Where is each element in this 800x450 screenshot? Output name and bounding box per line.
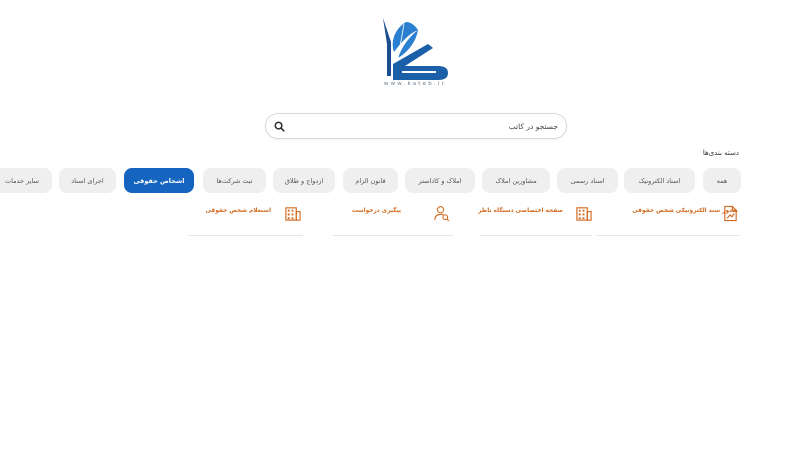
logo-url-text: www.kateb.ir	[383, 81, 447, 87]
chip-obligation-law[interactable]: قانون الزام	[343, 168, 398, 193]
service-item[interactable]: صفحه اختصاصی دستگاه ناظر	[478, 202, 592, 236]
chip-official-docs[interactable]: اسناد رسمی	[557, 168, 618, 193]
service-item[interactable]: استعلام شخص حقوقی	[188, 202, 303, 236]
search-input[interactable]	[294, 114, 558, 138]
categories-title: دسته بندی‌ها	[702, 149, 739, 157]
chip-real-estate-consultants[interactable]: مشاورین املاک	[482, 168, 550, 193]
service-item[interactable]: صدور سند الکترونیکی شخص حقوقی	[596, 202, 740, 236]
service-item[interactable]: پیگیری درخواست	[333, 202, 453, 236]
chip-property-cadastre[interactable]: املاک و کاداستر	[405, 168, 475, 193]
search-bar[interactable]	[265, 113, 567, 139]
search-icon[interactable]	[274, 121, 285, 132]
building-icon	[576, 207, 592, 221]
chip-legal-entities[interactable]: اشخاص حقوقی	[124, 168, 194, 193]
chip-electronic-docs[interactable]: اسناد الکترونیک	[624, 168, 695, 193]
chip-marriage-divorce[interactable]: ازدواج و طلاق	[273, 168, 335, 193]
chip-company-registration[interactable]: ثبت شرکت‌ها	[203, 168, 266, 193]
service-label: صفحه اختصاصی دستگاه ناظر	[478, 208, 563, 214]
user-search-icon	[434, 206, 450, 222]
chip-document-enforcement[interactable]: اجرای اسناد	[59, 168, 116, 193]
chip-other-services[interactable]: سایر خدمات	[0, 168, 52, 193]
service-label: استعلام شخص حقوقی	[205, 208, 271, 214]
category-chips: همه اسناد الکترونیک اسناد رسمی مشاورین ا…	[0, 168, 800, 193]
service-label: صدور سند الکترونیکی شخص حقوقی	[632, 208, 738, 214]
chip-all[interactable]: همه	[703, 168, 741, 193]
building-icon	[285, 207, 301, 221]
service-label: پیگیری درخواست	[351, 208, 401, 214]
